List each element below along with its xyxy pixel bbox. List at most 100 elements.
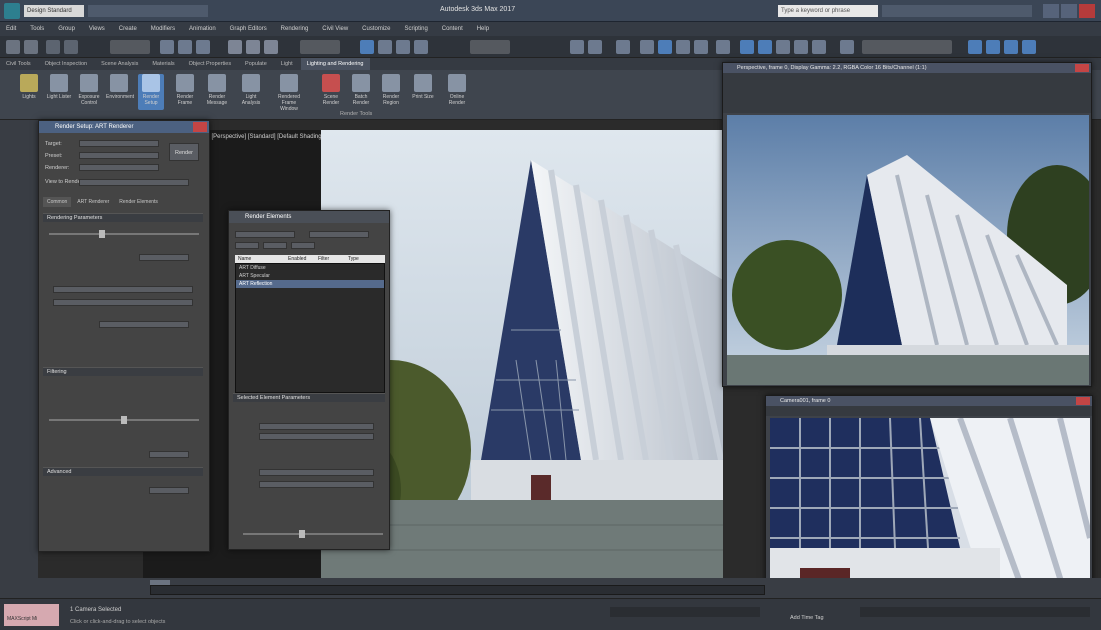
tool-icon[interactable] xyxy=(968,40,982,54)
render-message-button[interactable]: Render Message xyxy=(204,74,230,110)
align-icon[interactable] xyxy=(588,40,602,54)
toolbar-icon[interactable] xyxy=(840,40,854,54)
scale-icon[interactable] xyxy=(264,40,278,54)
menu-item[interactable]: Graph Editors xyxy=(224,22,273,36)
menu-item[interactable]: Create xyxy=(113,22,143,36)
render-setup-icon[interactable] xyxy=(716,40,730,54)
select-by-name-icon[interactable] xyxy=(178,40,192,54)
elements-active-checkbox[interactable] xyxy=(235,231,295,238)
renderer-dropdown[interactable] xyxy=(79,164,159,171)
minimize-icon[interactable] xyxy=(1043,4,1059,18)
column-header[interactable]: Type xyxy=(345,255,359,263)
maxscript-listener[interactable]: MAXScript Mi xyxy=(4,604,59,626)
batch-render-button[interactable]: Batch Render xyxy=(348,74,374,110)
rendered-frame-window[interactable]: Perspective, frame 0, Display Gamma: 2.2… xyxy=(722,62,1092,387)
environment-button[interactable]: Environment xyxy=(106,74,134,110)
render-preset-dropdown[interactable] xyxy=(862,40,952,54)
schematic-view-icon[interactable] xyxy=(676,40,690,54)
element-name-field[interactable] xyxy=(259,423,374,430)
lights-button[interactable]: Lights xyxy=(16,74,42,110)
table-row[interactable]: ART Specular xyxy=(236,272,384,280)
ribbon-tab[interactable]: Civil Tools xyxy=(0,58,37,70)
account-controls[interactable] xyxy=(882,5,1032,17)
add-button[interactable] xyxy=(235,242,259,249)
frame-window-toolbar[interactable] xyxy=(723,73,1091,113)
filtering-rollout[interactable]: Filtering xyxy=(43,367,203,376)
browse-button[interactable] xyxy=(259,481,374,488)
column-header[interactable]: Name xyxy=(235,255,285,263)
output-path-field[interactable] xyxy=(259,469,374,476)
close-icon[interactable] xyxy=(193,122,207,132)
undo-icon[interactable] xyxy=(6,40,20,54)
menu-item[interactable]: Tools xyxy=(24,22,50,36)
tab-art-renderer[interactable]: ART Renderer xyxy=(73,197,113,207)
quality-slider-handle[interactable] xyxy=(99,230,105,238)
ribbon-tab[interactable]: Scene Analysis xyxy=(95,58,144,70)
menu-item[interactable]: Help xyxy=(471,22,495,36)
element-file-field[interactable] xyxy=(259,433,374,440)
noise-filtering-dropdown[interactable] xyxy=(99,321,189,328)
playback-controls[interactable] xyxy=(610,607,760,617)
table-row-selected[interactable]: ART Reflection xyxy=(236,280,384,288)
render-in-cloud-icon[interactable] xyxy=(812,40,826,54)
tool-icon[interactable] xyxy=(986,40,1000,54)
preset-dropdown[interactable] xyxy=(79,152,159,159)
tool-icon[interactable] xyxy=(1022,40,1036,54)
ribbon-tab[interactable]: Populate xyxy=(239,58,273,70)
track-bar[interactable] xyxy=(150,585,765,595)
percent-snap-icon[interactable] xyxy=(396,40,410,54)
reference-coordinate-dropdown[interactable] xyxy=(300,40,340,54)
menu-item[interactable]: Scripting xyxy=(398,22,433,36)
filter-slider-handle[interactable] xyxy=(121,416,127,424)
spinner-snap-icon[interactable] xyxy=(414,40,428,54)
ribbon-tab-active[interactable]: Lighting and Rendering xyxy=(300,58,370,70)
print-size-button[interactable]: Print Size xyxy=(410,74,436,110)
toggle-ribbon-icon[interactable] xyxy=(640,40,654,54)
layer-explorer-icon[interactable] xyxy=(616,40,630,54)
light-analysis-button[interactable]: Light Analysis xyxy=(238,74,264,110)
selection-filter[interactable] xyxy=(110,40,150,54)
search-input[interactable]: Type a keyword or phrase xyxy=(778,5,878,17)
rendering-parameters-rollout[interactable]: Rendering Parameters xyxy=(43,213,203,222)
merge-button[interactable] xyxy=(263,242,287,249)
render-time-field[interactable] xyxy=(139,254,189,261)
unlink-icon[interactable] xyxy=(64,40,78,54)
curve-editor-icon[interactable] xyxy=(658,40,672,54)
navigation-controls[interactable] xyxy=(860,607,1090,617)
render-region-button[interactable]: Render Region xyxy=(378,74,404,110)
ribbon-tab[interactable]: Light xyxy=(275,58,299,70)
exposure-control-button[interactable]: Exposure Control xyxy=(76,74,102,110)
column-header[interactable]: Enabled xyxy=(285,255,315,263)
rotate-icon[interactable] xyxy=(246,40,260,54)
render-elements-dialog[interactable]: Render Elements Name Enabled Filter Type AR… xyxy=(228,210,390,550)
link-icon[interactable] xyxy=(46,40,60,54)
tab-render-elements[interactable]: Render Elements xyxy=(115,197,162,207)
lighting-option-2[interactable] xyxy=(53,299,193,306)
blend-slider-track[interactable] xyxy=(243,533,383,535)
render-setup-button[interactable]: Render Setup xyxy=(138,74,164,110)
lighting-option[interactable] xyxy=(53,286,193,293)
camera-window-toolbar[interactable] xyxy=(766,406,1092,416)
render-frame-button[interactable]: Render Frame xyxy=(172,74,198,110)
advanced-field[interactable] xyxy=(149,487,189,494)
render-production-icon[interactable] xyxy=(758,40,772,54)
render-button[interactable]: Render xyxy=(169,143,199,161)
add-time-tag[interactable]: Add Time Tag xyxy=(790,615,824,621)
render-setup-dialog[interactable]: Render Setup: ART Renderer Target: Prese… xyxy=(38,120,210,552)
filter-width-field[interactable] xyxy=(149,451,189,458)
render-iterative-icon[interactable] xyxy=(776,40,790,54)
light-lister-button[interactable]: Light Lister xyxy=(46,74,72,110)
angle-snap-icon[interactable] xyxy=(378,40,392,54)
workspace-selector[interactable]: Design Standard xyxy=(24,5,84,17)
rendered-frame-window-icon[interactable] xyxy=(740,40,754,54)
target-dropdown[interactable] xyxy=(79,140,159,147)
close-icon[interactable] xyxy=(1076,397,1090,405)
advanced-rollout[interactable]: Advanced xyxy=(43,467,203,476)
online-render-button[interactable]: Online Render xyxy=(444,74,470,110)
menu-item[interactable]: Customize xyxy=(356,22,396,36)
ribbon-tab[interactable]: Materials xyxy=(146,58,180,70)
close-icon[interactable] xyxy=(1075,64,1089,72)
menu-item[interactable]: Animation xyxy=(183,22,222,36)
app-logo-icon[interactable] xyxy=(4,3,20,19)
command-panel[interactable] xyxy=(0,120,38,580)
